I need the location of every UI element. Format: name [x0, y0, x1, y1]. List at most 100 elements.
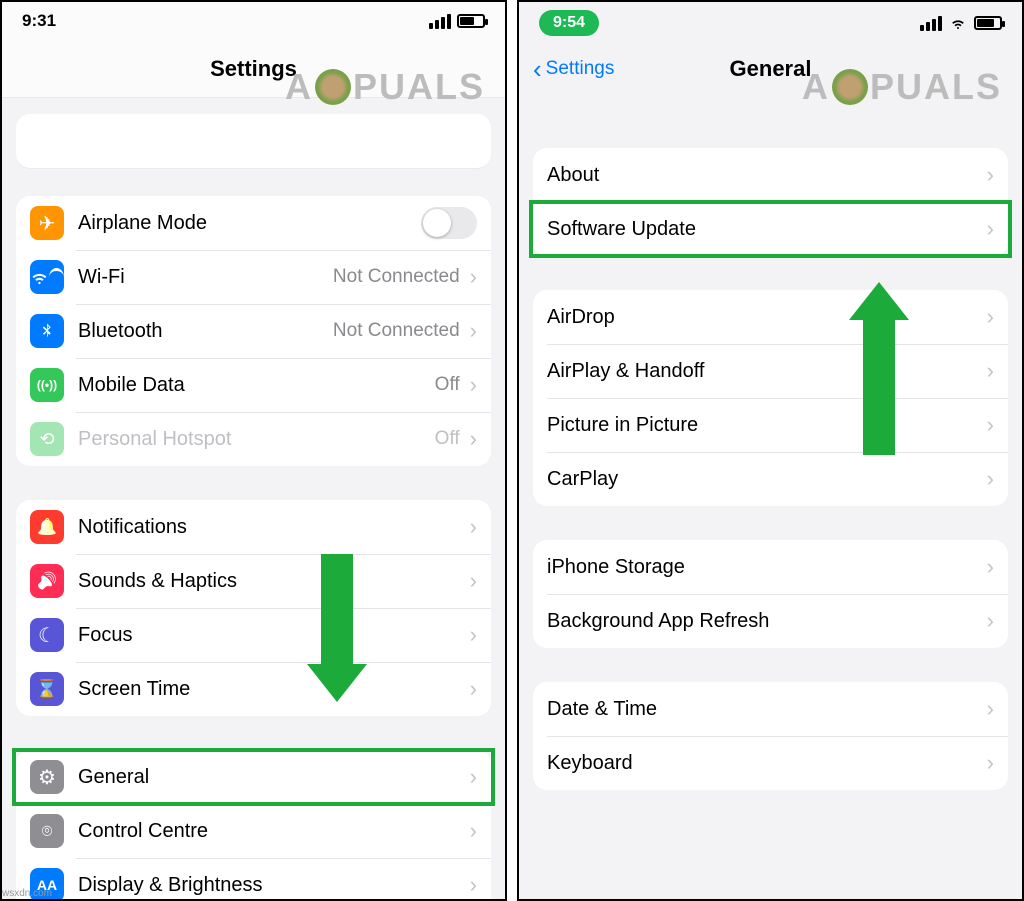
section-storage: iPhone Storage › Background App Refresh …	[533, 540, 1008, 648]
row-about[interactable]: About ›	[533, 148, 1008, 202]
chevron-right-icon: ›	[987, 468, 994, 490]
row-value: Not Connected	[333, 266, 460, 288]
chevron-right-icon: ›	[470, 374, 477, 396]
row-software-update[interactable]: Software Update ›	[533, 202, 1008, 256]
row-label: Airplane Mode	[78, 212, 421, 235]
row-label: Sounds & Haptics	[78, 570, 470, 593]
gear-icon	[30, 760, 64, 794]
signal-icon	[429, 14, 451, 29]
row-label: Focus	[78, 624, 470, 647]
row-label: AirPlay & Handoff	[547, 360, 987, 383]
row-picture-in-picture[interactable]: Picture in Picture ›	[533, 398, 1008, 452]
row-general[interactable]: General ›	[16, 750, 491, 804]
row-bluetooth[interactable]: Bluetooth Not Connected ›	[16, 304, 491, 358]
chevron-right-icon: ›	[470, 820, 477, 842]
row-label: Date & Time	[547, 698, 987, 721]
row-label: Background App Refresh	[547, 610, 987, 633]
row-mobile-data[interactable]: Mobile Data Off ›	[16, 358, 491, 412]
row-label: Notifications	[78, 516, 470, 539]
profile-card[interactable]	[16, 114, 491, 168]
row-airplay-handoff[interactable]: AirPlay & Handoff ›	[533, 344, 1008, 398]
battery-icon	[457, 14, 485, 28]
section-system: General › Control Centre › Display & Bri…	[16, 750, 491, 899]
row-background-app-refresh[interactable]: Background App Refresh ›	[533, 594, 1008, 648]
chevron-right-icon: ›	[987, 306, 994, 328]
row-label: Personal Hotspot	[78, 428, 435, 451]
battery-icon	[974, 16, 1002, 30]
airplane-icon	[30, 206, 64, 240]
row-label: iPhone Storage	[547, 556, 987, 579]
row-date-time[interactable]: Date & Time ›	[533, 682, 1008, 736]
chevron-right-icon: ›	[470, 266, 477, 288]
row-focus[interactable]: Focus ›	[16, 608, 491, 662]
chevron-right-icon: ›	[470, 766, 477, 788]
moon-icon	[30, 618, 64, 652]
antenna-icon	[30, 368, 64, 402]
chevron-right-icon: ›	[470, 874, 477, 896]
row-carplay[interactable]: CarPlay ›	[533, 452, 1008, 506]
speaker-icon	[30, 564, 64, 598]
status-bar: 9:54	[519, 2, 1022, 40]
row-label: About	[547, 164, 987, 187]
status-time-pill: 9:54	[539, 10, 599, 36]
row-label: Display & Brightness	[78, 874, 470, 897]
row-airdrop[interactable]: AirDrop ›	[533, 290, 1008, 344]
chevron-right-icon: ›	[470, 428, 477, 450]
bluetooth-icon	[30, 314, 64, 348]
phone-settings: 9:31 Settings APUALS Airplane Mode Wi-Fi…	[0, 0, 507, 901]
chevron-right-icon: ›	[470, 624, 477, 646]
chevron-right-icon: ›	[987, 556, 994, 578]
settings-content[interactable]: Airplane Mode Wi-Fi Not Connected › Blue…	[2, 98, 505, 899]
row-personal-hotspot[interactable]: Personal Hotspot Off ›	[16, 412, 491, 466]
airplane-toggle[interactable]	[421, 207, 477, 239]
row-notifications[interactable]: Notifications ›	[16, 500, 491, 554]
row-control-centre[interactable]: Control Centre ›	[16, 804, 491, 858]
bell-icon	[30, 510, 64, 544]
section-attention: Notifications › Sounds & Haptics › Focus…	[16, 500, 491, 716]
row-wifi[interactable]: Wi-Fi Not Connected ›	[16, 250, 491, 304]
back-label: Settings	[546, 58, 615, 80]
row-label: Mobile Data	[78, 374, 435, 397]
chevron-right-icon: ›	[987, 218, 994, 240]
row-label: General	[78, 766, 470, 789]
back-button[interactable]: ‹ Settings	[533, 56, 614, 82]
chevron-right-icon: ›	[987, 698, 994, 720]
row-display-brightness[interactable]: Display & Brightness ›	[16, 858, 491, 899]
general-content[interactable]: About › Software Update › AirDrop › AirP…	[519, 98, 1022, 899]
status-indicators	[429, 14, 485, 29]
chevron-right-icon: ›	[987, 414, 994, 436]
row-keyboard[interactable]: Keyboard ›	[533, 736, 1008, 790]
section-sharing: AirDrop › AirPlay & Handoff › Picture in…	[533, 290, 1008, 506]
status-bar: 9:31	[2, 2, 505, 40]
row-label: Picture in Picture	[547, 414, 987, 437]
row-label: AirDrop	[547, 306, 987, 329]
signal-icon	[920, 16, 942, 31]
row-label: CarPlay	[547, 468, 987, 491]
row-label: Control Centre	[78, 820, 470, 843]
wifi-icon	[30, 260, 64, 294]
row-screen-time[interactable]: Screen Time ›	[16, 662, 491, 716]
chevron-right-icon: ›	[987, 752, 994, 774]
section-about-update: About › Software Update ›	[533, 148, 1008, 256]
link-icon	[30, 422, 64, 456]
phone-general: 9:54 ‹ Settings General APUALS About › S…	[517, 0, 1024, 901]
nav-title: Settings	[210, 56, 297, 82]
chevron-left-icon: ‹	[533, 56, 542, 82]
chevron-right-icon: ›	[987, 164, 994, 186]
nav-title: General	[730, 56, 812, 82]
nav-bar: ‹ Settings General	[519, 40, 1022, 98]
row-airplane-mode[interactable]: Airplane Mode	[16, 196, 491, 250]
sliders-icon	[30, 814, 64, 848]
row-label: Software Update	[547, 218, 987, 241]
row-sounds-haptics[interactable]: Sounds & Haptics ›	[16, 554, 491, 608]
section-connectivity: Airplane Mode Wi-Fi Not Connected › Blue…	[16, 196, 491, 466]
row-label: Screen Time	[78, 678, 470, 701]
row-iphone-storage[interactable]: iPhone Storage ›	[533, 540, 1008, 594]
section-locale: Date & Time › Keyboard ›	[533, 682, 1008, 790]
status-indicators	[920, 15, 1002, 31]
wifi-icon	[948, 15, 968, 31]
chevron-right-icon: ›	[987, 610, 994, 632]
row-value: Off	[435, 428, 460, 450]
hourglass-icon	[30, 672, 64, 706]
row-value: Not Connected	[333, 320, 460, 342]
